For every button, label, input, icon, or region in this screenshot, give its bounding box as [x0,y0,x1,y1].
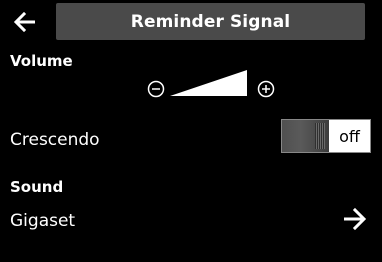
grip-icon [315,123,325,149]
toggle-knob [282,120,329,152]
crescendo-label: Crescendo [10,130,100,150]
minus-circle-icon[interactable] [147,80,165,98]
arrow-right-icon[interactable] [342,207,368,231]
back-button[interactable] [10,7,40,37]
plus-circle-icon[interactable] [257,80,275,98]
volume-slider[interactable] [170,70,248,96]
phone-screen: Reminder Signal Volume Crescendo off Sou… [0,0,382,262]
title-bar: Reminder Signal [0,0,382,44]
arrow-left-icon [13,12,35,32]
crescendo-toggle[interactable]: off [281,119,371,153]
volume-label: Volume [10,52,73,70]
toggle-state: off [339,126,360,146]
page-title: Reminder Signal [56,3,365,40]
sound-label: Sound [10,178,64,196]
sound-value[interactable]: Gigaset [10,211,75,231]
